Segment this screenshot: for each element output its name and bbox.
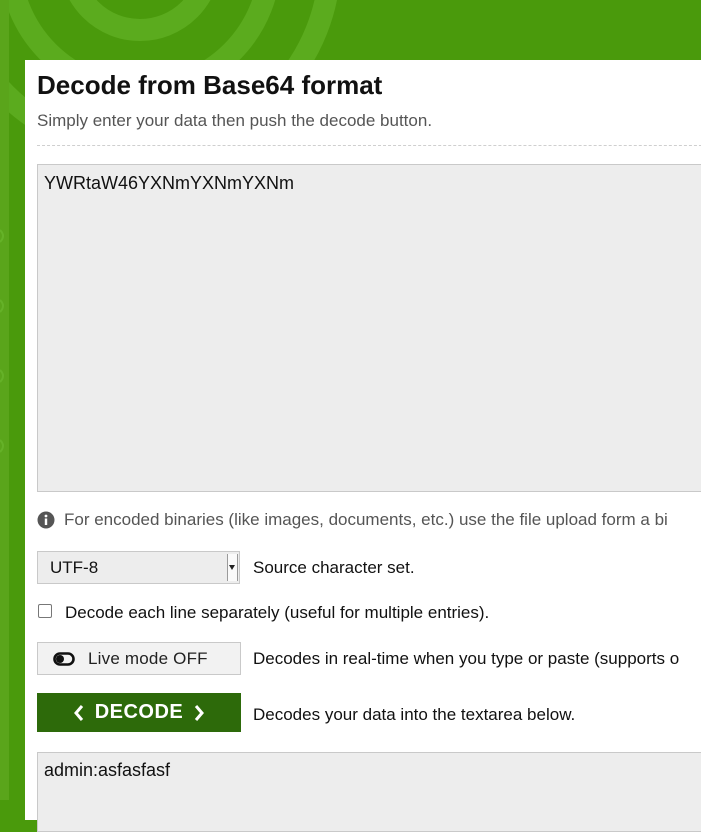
info-text: For encoded binaries (like images, docum… (64, 510, 668, 529)
select-arrow-icon (227, 554, 238, 581)
charset-selected-value: UTF-8 (50, 558, 99, 577)
base64-input-textarea[interactable]: YWRtaW46YXNmYXNmYXNm (37, 164, 701, 492)
decode-lines-checkbox[interactable] (38, 604, 52, 618)
page-subtitle: Simply enter your data then push the dec… (37, 111, 433, 130)
page-title: Decode from Base64 format (37, 70, 383, 100)
decode-panel: Decode from Base64 format Simply enter y… (25, 60, 701, 832)
decode-lines-label[interactable]: Decode each line separately (useful for … (65, 603, 489, 623)
chevron-left-icon (73, 704, 83, 721)
live-mode-button[interactable]: Live mode OFF (37, 642, 241, 675)
charset-label: Source character set. (253, 558, 415, 577)
decoded-output-textarea[interactable]: admin:asfasfasf (37, 752, 701, 832)
chevron-right-icon (195, 704, 205, 721)
live-mode-description: Decodes in real-time when you type or pa… (253, 649, 680, 668)
info-note: For encoded binaries (like images, docum… (37, 508, 668, 532)
live-mode-label: Live mode OFF (88, 648, 208, 668)
decode-button-label: DECODE (94, 701, 184, 723)
charset-select[interactable]: UTF-8 (37, 551, 240, 584)
decode-button[interactable]: DECODE (37, 693, 241, 732)
divider (37, 145, 701, 146)
decode-description: Decodes your data into the textarea belo… (253, 705, 576, 724)
info-icon (37, 511, 55, 529)
toggle-off-icon (53, 651, 75, 666)
